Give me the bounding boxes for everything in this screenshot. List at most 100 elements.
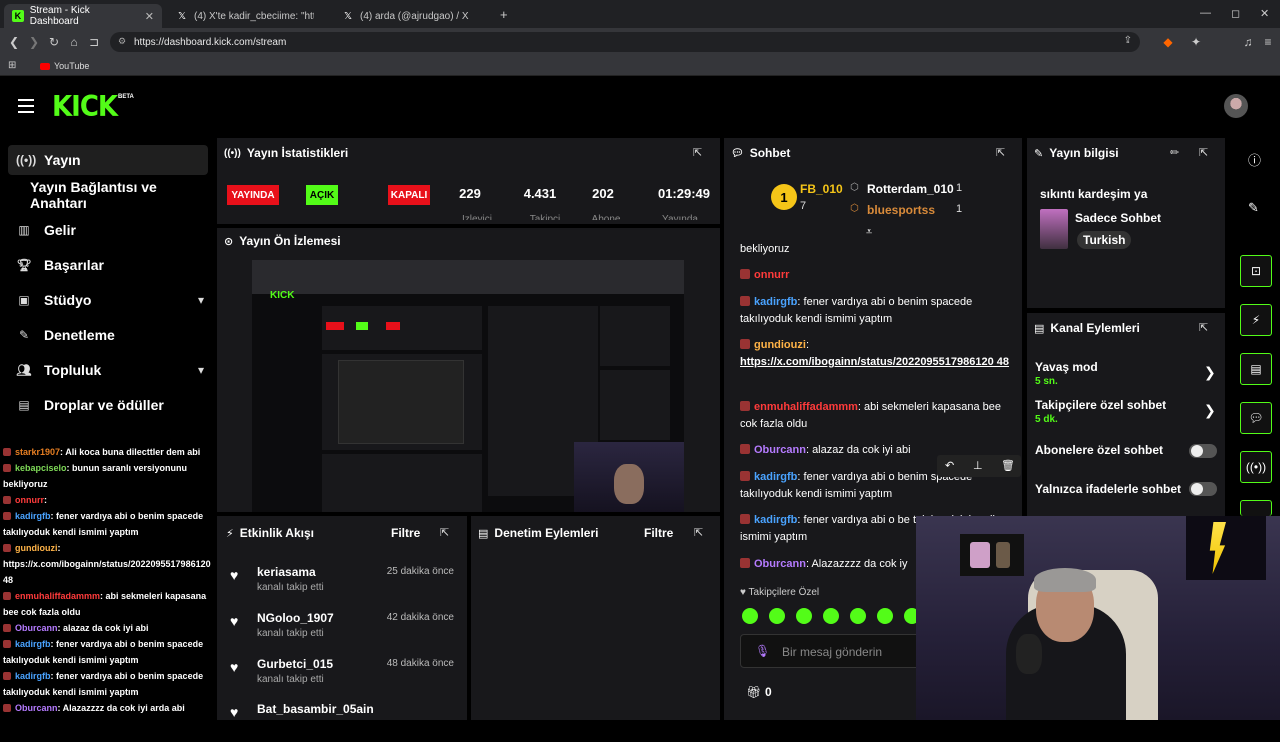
expand-leaderboard-icon[interactable]: ⩡ [866,226,872,239]
sidebar-item-yayin[interactable]: ((•)) Yayın [8,145,208,175]
subs-chat-toggle[interactable] [1189,444,1217,458]
activity-item[interactable]: ♥ Gurbetci_015 kanalı takip etti 48 dakika … [230,657,454,697]
pencil-icon[interactable]: ✎ [1248,200,1259,216]
edit-icon[interactable]: ✏︎ [1170,146,1179,159]
chat-username[interactable]: Oburcann [754,558,806,570]
stream-preview[interactable]: KICK [252,260,684,512]
chat-message-text[interactable]: https://x.com/ibogainn/status/2022095517… [740,356,1009,368]
leader-name[interactable]: FB_010 [800,182,843,196]
chat-message[interactable]: onnurr [740,267,1010,284]
chat-username[interactable]: kadirgfb [754,471,797,483]
emote-icon[interactable] [877,608,893,624]
rail-bolt-icon[interactable]: ⚡︎ [1240,304,1272,336]
open-badge[interactable]: AÇIK [306,185,338,205]
extensions-icon[interactable]: ✦ [1188,34,1204,50]
chat-message[interactable]: kadirgfb: fener vardıya abi o benim spac… [740,294,1010,328]
chat-message[interactable]: enmuhaliffadammm: abi sekmeleri kapasana… [740,399,1010,433]
rail-notes-icon[interactable]: ▤ [1240,353,1272,385]
rail-scan-icon[interactable]: ⊡ [1240,255,1272,287]
new-tab-icon[interactable]: + [500,7,508,22]
bookmark-icon[interactable]: ⊐ [86,34,102,50]
tab-x-kadir[interactable]: 𝕏 (4) X'te kadir_cbeciime: "https://t.co… [168,4,328,28]
sidebar-item-topluluk[interactable]: 👥︎ Topluluk ▾ [8,355,208,385]
close-tab-icon[interactable]: ✕ [145,10,154,23]
apps-grid-icon[interactable]: ⊞ [8,60,16,71]
heart-icon: ♥ [230,567,239,583]
leader-name[interactable]: Rotterdam_010 [867,182,954,196]
sidebar-item-stream-key[interactable]: Yayın Bağlantısı ve Anahtarı [8,179,208,211]
forward-icon[interactable]: ❯ [26,34,42,50]
emote-icon[interactable] [823,608,839,624]
minimize-icon[interactable]: — [1200,7,1211,19]
close-window-icon[interactable]: ✕ [1260,7,1269,20]
activity-item[interactable]: ♥ NGoloo_1907 kanalı takip etti 42 dakika ö… [230,611,454,651]
activity-item[interactable]: ♥ Bat_basambir_05ain [230,702,454,742]
bookmark-youtube[interactable]: YouTube [40,61,89,71]
kick-logo[interactable]: KICK [52,91,118,124]
rail-camera-icon[interactable] [1240,500,1272,516]
chat-badge-icon [3,704,11,712]
slow-mode-setting[interactable]: Yavaş mod 5 sn. ❯ [1034,359,1219,391]
sidebar-item-droplar[interactable]: ▤ Droplar ve ödüller [8,390,208,420]
reply-icon[interactable]: ↶ [945,459,954,472]
brave-shield-icon[interactable]: ◆ [1160,34,1176,50]
emote-icon[interactable] [796,608,812,624]
moderation-filter-button[interactable]: Filtre [644,526,673,540]
chat-message[interactable]: gundiouzi: [740,337,1010,354]
moderation-title-label: Denetim Eylemleri [494,526,599,540]
expand-icon[interactable]: ⇱ [996,146,1005,159]
emote-icon[interactable] [769,608,785,624]
site-info-icon[interactable]: ⚙ [118,36,126,47]
chat-username[interactable]: kadirgfb [754,514,797,526]
expand-icon[interactable]: ⇱ [1199,146,1208,159]
menu-icon[interactable]: ≡ [1260,34,1276,50]
chat-username[interactable]: Oburcann [754,444,806,456]
chat-username[interactable]: kadirgfb [754,296,797,308]
emote-chat-toggle[interactable] [1189,482,1217,496]
followers-chat-setting[interactable]: Takipçilere özel sohbet 5 dk. ❯ [1034,397,1219,429]
reload-icon[interactable]: ↻ [46,34,62,50]
closed-badge[interactable]: KAPALI [388,185,430,205]
category-name[interactable]: Sadece Sohbet [1075,211,1161,225]
delete-icon[interactable]: 🗑︎ [1001,459,1015,472]
emote-icon[interactable] [850,608,866,624]
chat-username[interactable]: enmuhaliffadammm [754,401,858,413]
chat-input[interactable]: 🎙︎ Bir mesaj gönderin [740,634,930,668]
expand-icon[interactable]: ⇱ [1199,321,1208,334]
activity-filter-button[interactable]: Filtre [391,526,420,540]
overlay-chat-line: gundiouzi: https://x.com/ibogainn/status… [3,540,216,588]
emote-icon[interactable] [742,608,758,624]
mic-icon[interactable]: 🎙︎ [755,644,770,658]
sidebar-item-label: Başarılar [44,257,104,273]
expand-icon[interactable]: ⇱ [693,146,702,159]
leader-name[interactable]: bluesportss [867,203,935,217]
sidebar-item-basarilar[interactable]: 🏆︎ Başarılar [8,250,208,280]
expand-icon[interactable]: ⇱ [694,526,703,539]
user-avatar[interactable] [1224,94,1248,118]
sidebar-item-gelir[interactable]: ▥ Gelir [8,215,208,245]
activity-item[interactable]: ♥ keriasama kanalı takip etti 25 dakika önc… [230,565,454,605]
tab-x-arda[interactable]: 𝕏 (4) arda (@ajrudgao) / X [334,4,494,28]
tab-kick-dashboard[interactable]: K Stream - Kick Dashboard ✕ [4,4,162,28]
url-field[interactable]: ⚙ https://dashboard.kick.com/stream ⇪ [110,32,1140,52]
sidebar-item-studyo[interactable]: ▣ Stüdyo ▾ [8,285,208,315]
share-icon[interactable]: ⇪ [1124,35,1132,46]
sidebar-item-denetleme[interactable]: ✎ Denetleme [8,320,208,350]
back-icon[interactable]: ❮ [6,34,22,50]
info-icon[interactable]: ⓘ [1248,150,1261,169]
pin-icon[interactable]: ⊥ [973,459,983,472]
rail-chat-icon[interactable]: 💬︎ [1240,402,1272,434]
chat-message[interactable]: https://x.com/ibogainn/status/2022095517… [740,354,1010,371]
chat-badge-icon [740,269,750,279]
hamburger-menu-icon[interactable] [18,99,34,113]
media-icon[interactable]: ♫ [1240,34,1256,50]
overlay-chat-line: kebapciselo: bunun saranlı versiyonunu b… [3,460,216,492]
expand-icon[interactable]: ⇱ [440,526,449,539]
chat-username[interactable]: gundiouzi [754,339,806,351]
chat-username[interactable]: onnurr [754,269,789,281]
rail-broadcast-icon[interactable]: ((•)) [1240,451,1272,483]
home-icon[interactable]: ⌂ [66,34,82,50]
maximize-icon[interactable]: ◻ [1231,7,1240,20]
activity-title: ⚡︎ Etkinlik Akışı [226,526,314,540]
gift-icon[interactable]: 🎁︎ [746,685,761,699]
